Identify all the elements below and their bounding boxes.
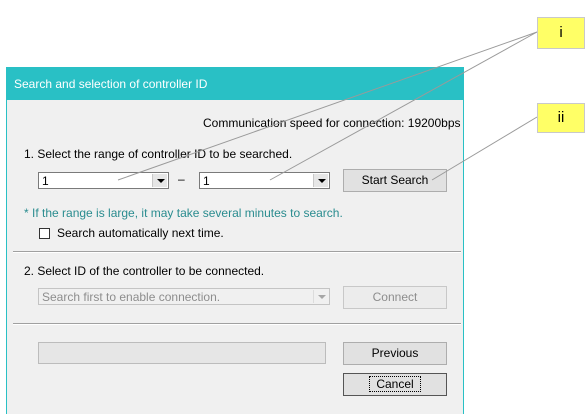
callout-ii: ii (537, 103, 585, 133)
callout-i-line-2 (269, 31, 538, 181)
callout-i-line-1 (117, 31, 538, 181)
callout-ii-line (431, 116, 538, 181)
callout-i: i (537, 17, 585, 49)
callout-leader-lines (117, 31, 538, 181)
